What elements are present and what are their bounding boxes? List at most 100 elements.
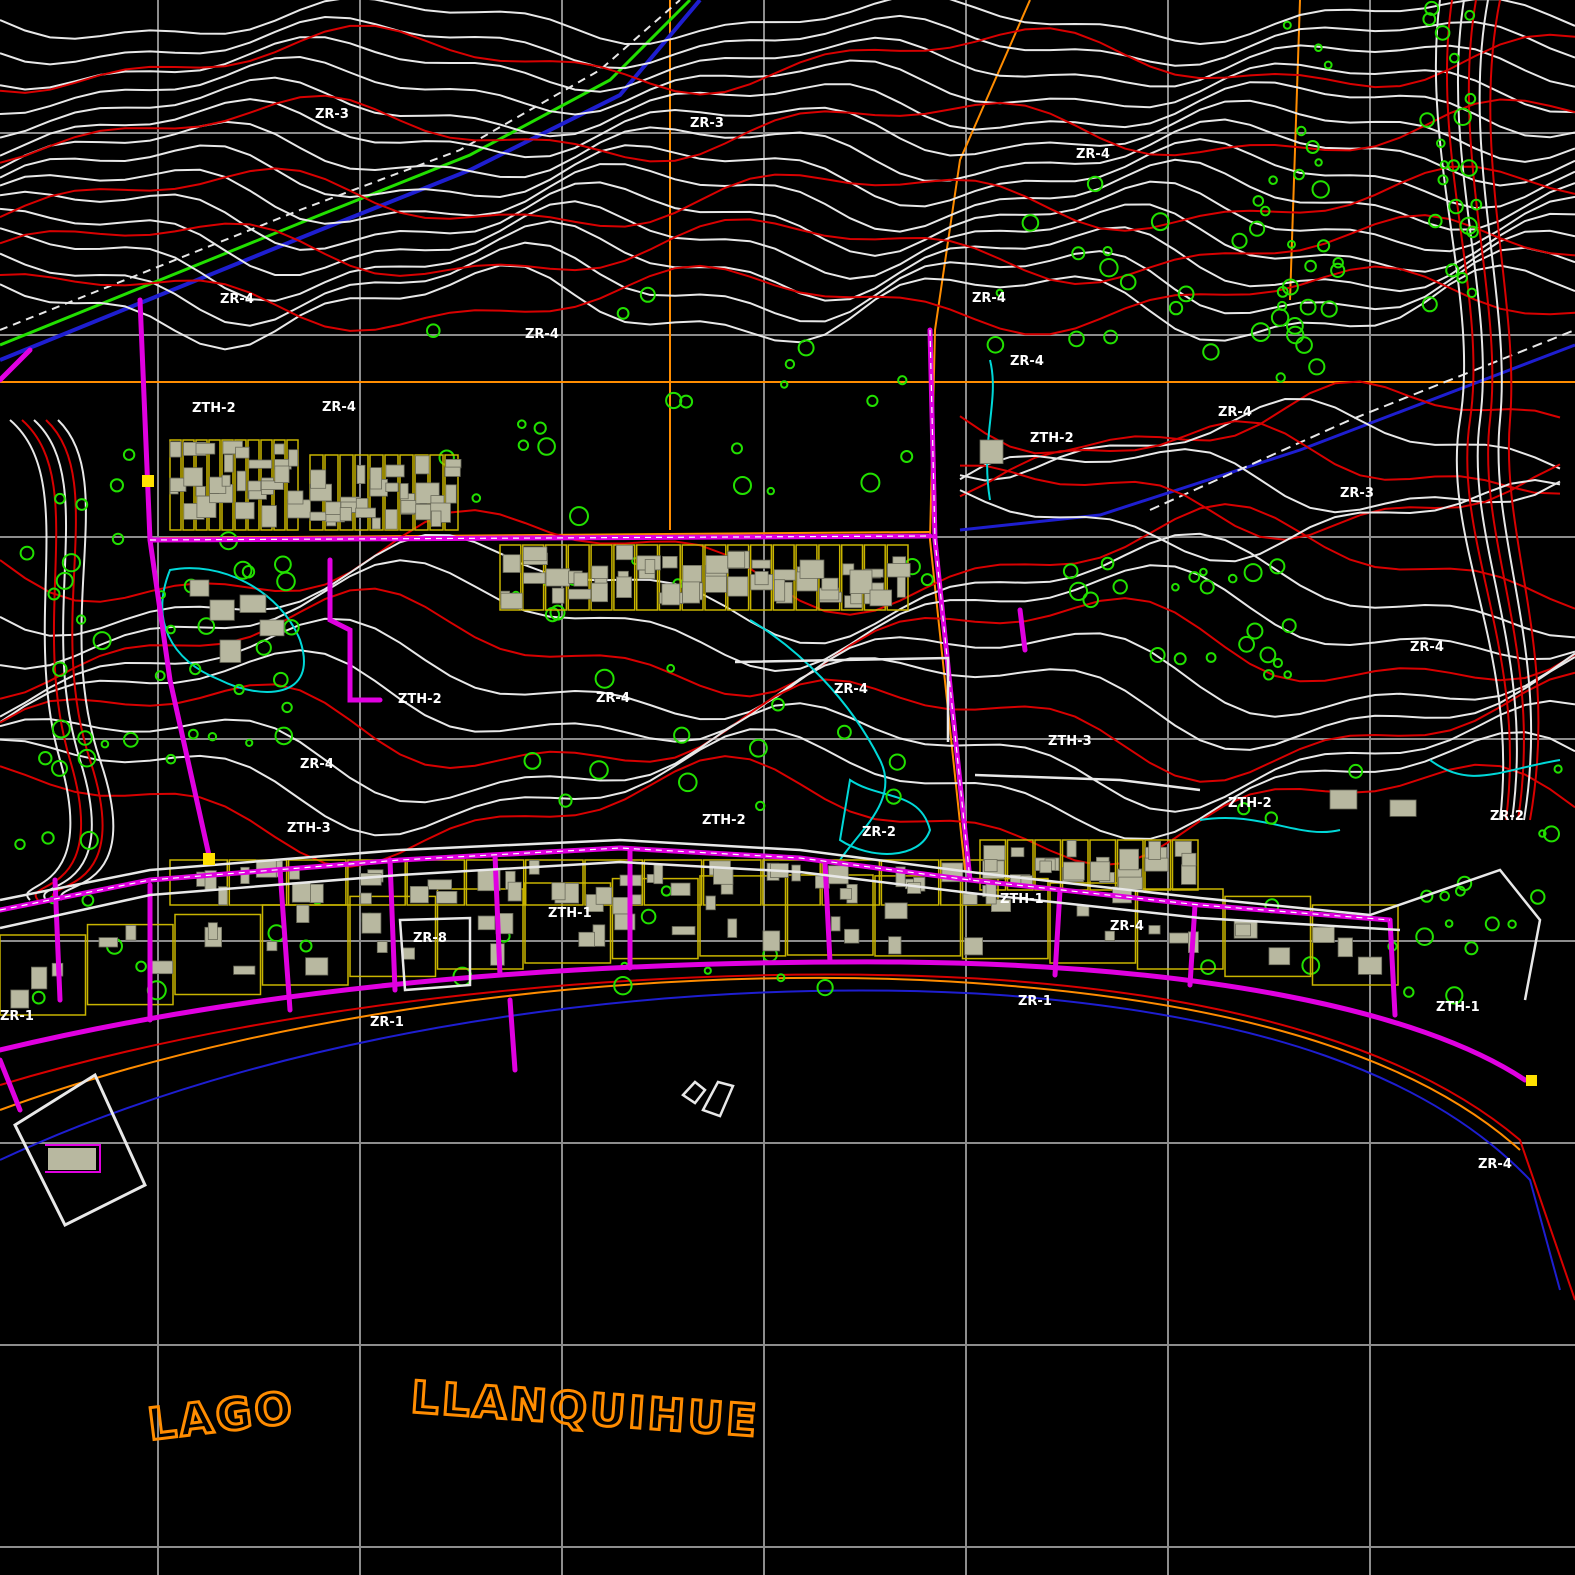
building (274, 465, 290, 484)
building (653, 864, 664, 885)
zone-label: ZTH-2 (1228, 796, 1272, 811)
building (430, 510, 442, 527)
zone-label: ZTH-3 (287, 821, 331, 836)
building (444, 466, 461, 477)
building (1119, 848, 1140, 871)
building (436, 891, 458, 904)
building (644, 559, 656, 575)
building (445, 484, 457, 504)
building (615, 544, 634, 561)
building (984, 859, 998, 873)
building (427, 879, 452, 890)
building (964, 937, 983, 956)
building (1148, 925, 1161, 935)
building (1357, 956, 1383, 975)
building (261, 505, 277, 528)
building (907, 882, 922, 894)
building (360, 892, 372, 905)
building (522, 546, 548, 562)
building (1118, 876, 1143, 890)
building (385, 482, 399, 493)
zone-label: ZR-2 (862, 825, 896, 840)
zone-label: ZR-3 (690, 116, 724, 131)
building (1268, 947, 1291, 966)
zone-label: ZR-4 (220, 292, 254, 307)
zone-label: ZTH-1 (1436, 1000, 1480, 1015)
building (209, 599, 235, 621)
building (233, 965, 256, 975)
building (888, 936, 902, 955)
zone-label: ZR-4 (1010, 354, 1044, 369)
building (568, 588, 592, 600)
building (591, 582, 608, 603)
zone-label: ZTH-2 (398, 692, 442, 707)
building (670, 882, 691, 896)
zone-label: ZR-8 (413, 931, 447, 946)
building (266, 941, 278, 952)
building (409, 886, 429, 904)
building (1181, 864, 1197, 885)
building (727, 551, 746, 569)
building (1090, 861, 1111, 882)
building (309, 883, 324, 904)
building (477, 915, 496, 931)
building (296, 904, 310, 923)
building (1148, 841, 1161, 860)
building (234, 501, 255, 520)
building (310, 469, 327, 489)
zone-label: ZR-3 (315, 107, 349, 122)
zone-label: ZR-2 (1490, 809, 1524, 824)
building (360, 873, 382, 886)
zone-label: ZR-4 (1478, 1157, 1512, 1172)
building (223, 454, 234, 473)
zone-label: ZTH-1 (1000, 892, 1044, 907)
building (1063, 861, 1085, 881)
building (578, 931, 595, 947)
cad-map-canvas: ZR-3 ZR-3 ZR-4 ZR-4 ZR-4 ZR-4 ZR-4 ZR-4 ZR-4 ZR-4… (0, 0, 1575, 1575)
building (844, 928, 860, 944)
building (1329, 789, 1358, 810)
building (705, 895, 716, 911)
zone-label: ZTH-3 (1048, 734, 1092, 749)
building (839, 888, 852, 900)
building (1076, 905, 1090, 917)
building (849, 569, 873, 594)
zone-label: ZR-4 (322, 400, 356, 415)
building (239, 594, 267, 613)
building (399, 483, 409, 500)
building (288, 449, 299, 467)
building (10, 989, 30, 1009)
building (500, 592, 523, 610)
building (273, 443, 285, 455)
zone-label: ZR-4 (1410, 640, 1444, 655)
building (445, 458, 462, 469)
building (369, 467, 383, 490)
zone-label: ZR-1 (370, 1015, 404, 1030)
zone-label: ZR-4 (596, 691, 630, 706)
building (259, 619, 285, 637)
building (207, 922, 218, 941)
zone-label: ZTH-2 (702, 813, 746, 828)
zone-label: ZR-4 (1218, 405, 1252, 420)
building (671, 926, 696, 936)
zone-label: ZTH-1 (548, 906, 592, 921)
building (305, 957, 329, 976)
building (189, 579, 210, 597)
building (183, 467, 203, 487)
building (235, 446, 250, 459)
zone-label: ZR-3 (1340, 486, 1374, 501)
building (221, 474, 231, 487)
building (682, 581, 701, 604)
zone-label: ZR-4 (1076, 147, 1110, 162)
building (195, 486, 206, 497)
building (869, 589, 893, 607)
building (591, 565, 609, 579)
building (830, 916, 841, 932)
building (887, 563, 911, 578)
building (1389, 799, 1417, 817)
building (551, 587, 565, 604)
building (799, 559, 825, 579)
building (727, 918, 738, 938)
building (979, 439, 1004, 465)
building (884, 902, 908, 920)
